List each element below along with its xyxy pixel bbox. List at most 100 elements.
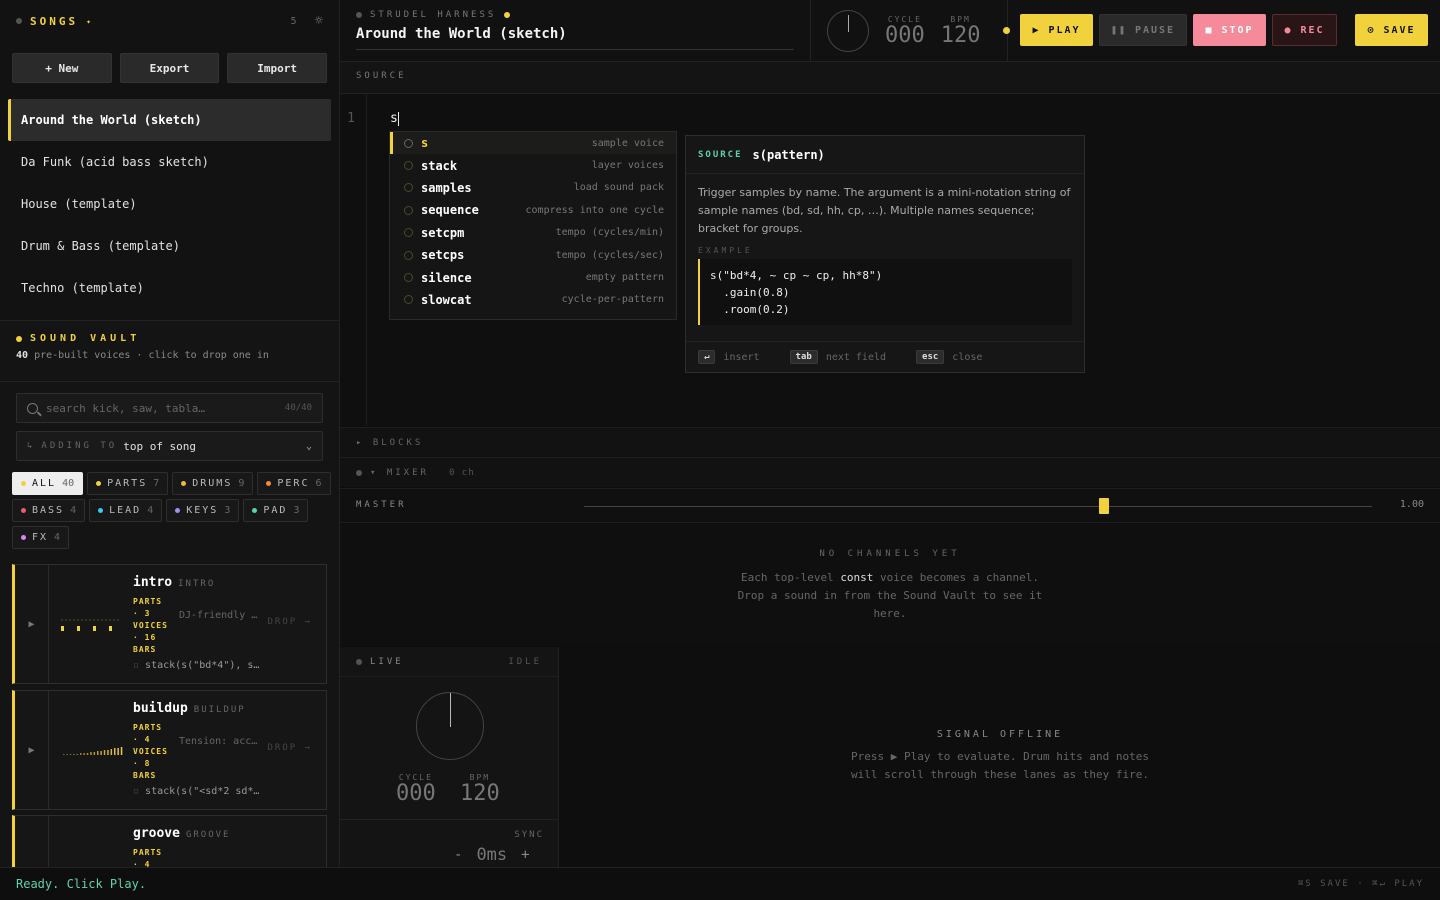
- cycle-clock-icon: [827, 10, 869, 52]
- song-title-input[interactable]: Around the World (sketch): [356, 26, 794, 50]
- chip-bass[interactable]: BASS 4: [12, 499, 86, 522]
- live-state: IDLE: [508, 656, 542, 667]
- blocks-section[interactable]: ▸ BLOCKS: [340, 427, 1440, 457]
- new-song-button[interactable]: + New: [12, 53, 112, 83]
- wave-bar: [86, 753, 89, 755]
- song-item[interactable]: Drum & Bass (template): [8, 225, 331, 267]
- import-button[interactable]: Import: [227, 53, 328, 83]
- autocomplete-name: sequence: [421, 203, 479, 218]
- autocomplete-item[interactable]: setcpm tempo (cycles/min): [390, 222, 676, 244]
- chip-keys[interactable]: KEYS 3: [166, 499, 240, 522]
- song-list: Around the World (sketch) Da Funk (acid …: [0, 83, 339, 309]
- bpm-value[interactable]: 120: [941, 23, 981, 48]
- autocomplete-list: s sample voice stack layer voices samples loa…: [389, 131, 677, 320]
- chevron-down-icon: ⌄: [305, 440, 312, 452]
- esc-key-label: close: [952, 351, 983, 363]
- source-label: SOURCE: [340, 62, 1440, 94]
- adding-to-value: top of song: [123, 439, 197, 453]
- vault-card[interactable]: ▶ buildup BUILDUP PARTS · 4 VOICES · 8 BA…: [12, 690, 327, 810]
- mixer-section[interactable]: ▾ MIXER 0 ch: [340, 457, 1440, 487]
- chip-count: 6: [315, 478, 322, 489]
- record-button[interactable]: ● REC: [1272, 14, 1337, 46]
- wave-bar: [109, 626, 112, 631]
- export-button[interactable]: Export: [119, 53, 220, 83]
- wave-bar: [80, 753, 82, 755]
- chip-label: FX: [32, 532, 49, 543]
- autocomplete-name: samples: [421, 180, 472, 195]
- song-item[interactable]: House (template): [8, 183, 331, 225]
- category-chips: ALL 40 PARTS 7 DRUMS 9 PERC 6 BASS 4 LEAD 4 KEYS 3 PAD…: [12, 472, 332, 549]
- autocomplete-item[interactable]: slowcat cycle-per-pattern: [390, 289, 676, 311]
- stop-button[interactable]: ■ STOP: [1193, 14, 1266, 46]
- autocomplete-item[interactable]: s sample voice: [390, 132, 676, 155]
- save-button[interactable]: ⊙ SAVE: [1355, 14, 1428, 46]
- gear-icon[interactable]: ☼: [315, 13, 323, 29]
- channels-empty-desc: Each top-level const voice becomes a cha…: [730, 569, 1050, 623]
- song-item[interactable]: Da Funk (acid bass sketch): [8, 141, 331, 183]
- desc-keyword: const: [840, 571, 874, 584]
- live-header: LIVE IDLE: [340, 647, 558, 677]
- sound-vault: SOUND VAULT 40 pre-built voices · click …: [0, 320, 339, 867]
- chip-count: 40: [62, 478, 75, 489]
- play-button[interactable]: ▶ PLAY: [1020, 14, 1093, 46]
- chip-dot-icon: [181, 481, 187, 486]
- drop-button[interactable]: DROP →: [267, 743, 312, 753]
- chip-dot-icon: [96, 481, 102, 486]
- chip-parts[interactable]: PARTS 7: [87, 472, 169, 495]
- play-icon[interactable]: [15, 816, 49, 867]
- signal-desc: Press ▶ Play to evaluate. Drum hits and …: [850, 750, 1149, 781]
- mixer-dot-icon: [356, 469, 362, 476]
- search-input[interactable]: [46, 401, 277, 415]
- autocomplete-item[interactable]: sequence compress into one cycle: [390, 199, 676, 221]
- drop-button[interactable]: DROP →: [267, 617, 312, 627]
- play-icon[interactable]: ▶: [15, 691, 49, 809]
- doc-example-label: EXAMPLE: [698, 246, 753, 255]
- vault-card[interactable]: ▶ intro INTRO PARTS · 3 VOICES · 16 BARS …: [12, 564, 327, 684]
- sync-label: SYNC: [514, 830, 544, 840]
- song-item[interactable]: Techno (template): [8, 267, 331, 309]
- master-slider[interactable]: [584, 498, 1372, 514]
- chip-drums[interactable]: DRUMS 9: [172, 472, 254, 495]
- card-code: stack(s("bd*4"), s("hh*8")): [133, 660, 263, 671]
- autocomplete-item[interactable]: silence empty pattern: [390, 266, 676, 288]
- waveform: [49, 816, 129, 867]
- pause-button[interactable]: ❚❚ PAUSE: [1099, 14, 1187, 46]
- chip-lead[interactable]: LEAD 4: [89, 499, 163, 522]
- autocomplete-name: slowcat: [421, 292, 472, 307]
- vault-header: SOUND VAULT: [0, 321, 339, 344]
- chip-perc[interactable]: PERC 6: [257, 472, 331, 495]
- wave-bar: [83, 753, 85, 755]
- chip-all[interactable]: ALL 40: [12, 472, 84, 495]
- chip-fx[interactable]: FX 4: [12, 526, 70, 549]
- chip-count: 4: [147, 505, 154, 516]
- harness-dot-icon: [356, 12, 362, 18]
- top-bar: STRUDEL HARNESS Around the World (sketch…: [340, 0, 1440, 62]
- circle-icon: [404, 138, 413, 148]
- sync-minus-button[interactable]: -: [454, 847, 462, 863]
- card-meta: PARTS · 4: [133, 847, 322, 867]
- blocks-toggle[interactable]: ▸ BLOCKS: [356, 438, 423, 448]
- autocomplete-item[interactable]: samples load sound pack: [390, 177, 676, 199]
- sync-plus-button[interactable]: +: [521, 847, 529, 863]
- cycle-clock-icon: [416, 692, 484, 760]
- card-heading: groove GROOVE: [133, 826, 322, 841]
- tab-key-label: next field: [825, 351, 887, 363]
- wave-bar: [103, 750, 106, 755]
- waveform: [49, 691, 129, 809]
- circle-icon: [404, 205, 413, 215]
- autocomplete-item[interactable]: setcps tempo (cycles/sec): [390, 244, 676, 266]
- code-line[interactable]: s: [390, 111, 399, 126]
- chip-pad[interactable]: PAD 3: [243, 499, 309, 522]
- vault-card[interactable]: groove GROOVE PARTS · 4: [12, 815, 327, 867]
- live-cycle-value: 000: [396, 781, 436, 806]
- autocomplete-item[interactable]: stack layer voices: [390, 154, 676, 176]
- mixer-toggle[interactable]: ▾ MIXER: [370, 468, 429, 478]
- play-icon[interactable]: ▶: [15, 565, 49, 683]
- tab-key: tab: [789, 350, 818, 364]
- adding-to-select[interactable]: ↳ ADDING TO top of song ⌄: [16, 431, 323, 461]
- live-cycle: CYCLE 000: [396, 773, 436, 806]
- slider-thumb[interactable]: [1099, 498, 1110, 514]
- status-dot-icon: [1003, 27, 1010, 34]
- song-item[interactable]: Around the World (sketch): [8, 99, 331, 141]
- harness-title: STRUDEL HARNESS: [370, 10, 497, 20]
